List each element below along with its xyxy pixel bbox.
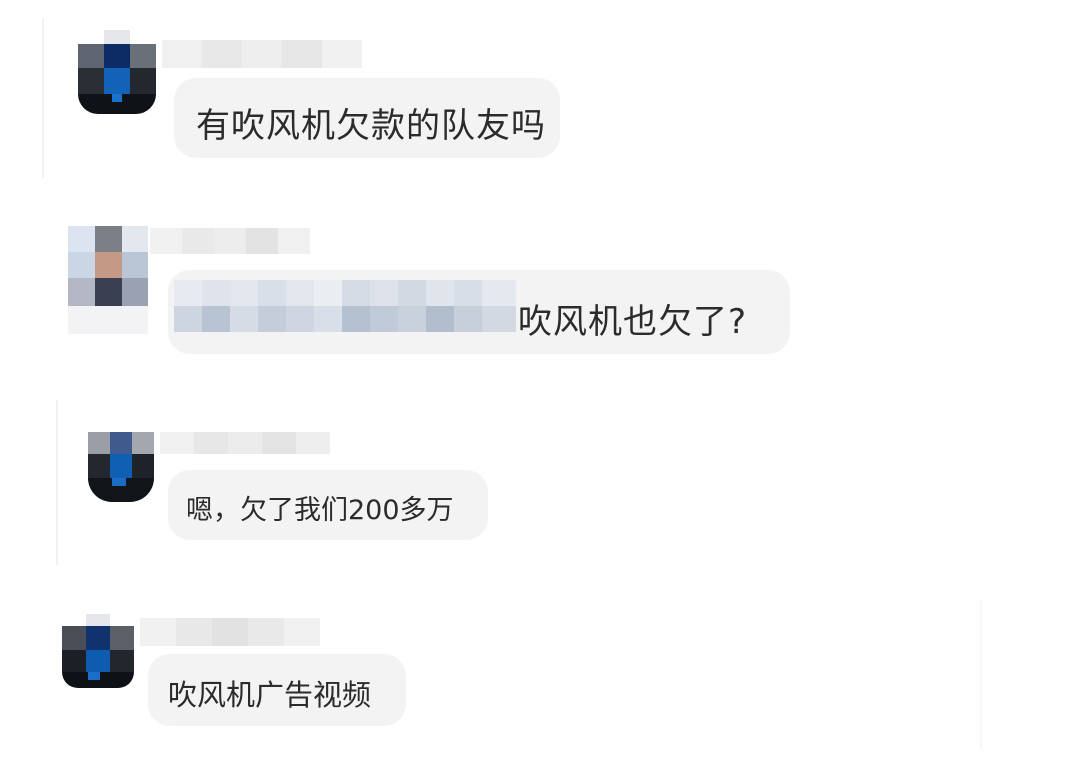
avatar[interactable]: [78, 30, 156, 114]
comment-text: 有吹风机欠款的队友吗: [196, 106, 546, 146]
comment-thread: 有吹风机欠款的队友吗 吹风机也欠了? 嗯，欠了我们200多万 吹风机广告视频: [0, 0, 1080, 767]
comment-bubble[interactable]: 嗯，欠了我们200多万: [168, 470, 488, 540]
thread-line: [980, 600, 982, 750]
comment-bubble[interactable]: 吹风机也欠了?: [168, 270, 790, 354]
username-blurred: [160, 432, 330, 454]
comment-text: 吹风机广告视频: [168, 678, 372, 712]
comment-text: 吹风机也欠了?: [518, 302, 748, 342]
username-blurred: [150, 228, 310, 254]
avatar[interactable]: [68, 226, 148, 334]
avatar[interactable]: [88, 432, 154, 502]
comment-text: 嗯，欠了我们200多万: [186, 495, 454, 526]
comment-bubble[interactable]: 吹风机广告视频: [148, 654, 406, 726]
thread-line: [42, 18, 44, 178]
username-blurred: [162, 40, 362, 68]
avatar[interactable]: [62, 614, 134, 688]
blurred-mention: [174, 280, 516, 306]
blurred-mention: [174, 306, 516, 332]
thread-line: [56, 400, 58, 565]
comment-bubble[interactable]: 有吹风机欠款的队友吗: [174, 78, 560, 158]
username-blurred: [140, 618, 320, 646]
